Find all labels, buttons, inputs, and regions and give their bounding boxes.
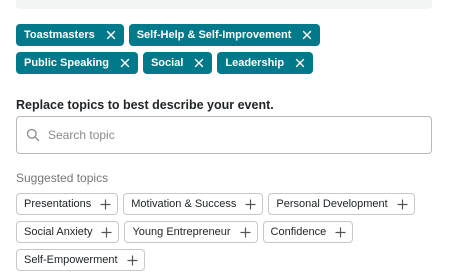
selected-topic-chip[interactable]: Toastmasters xyxy=(16,24,124,46)
suggested-topic-chip[interactable]: Motivation & Success xyxy=(123,193,264,215)
selected-topic-label: Social xyxy=(150,57,184,69)
selected-topic-label: Leadership xyxy=(225,57,285,69)
search-box[interactable] xyxy=(16,116,432,154)
plus-icon[interactable] xyxy=(397,198,408,210)
selected-topic-label: Toastmasters xyxy=(24,29,95,41)
close-icon[interactable] xyxy=(193,57,205,69)
plus-icon[interactable] xyxy=(100,198,111,210)
suggested-topic-label: Personal Development xyxy=(276,198,388,210)
suggested-topic-chip[interactable]: Confidence xyxy=(262,221,354,243)
search-input[interactable] xyxy=(48,128,408,142)
suggested-topic-label: Motivation & Success xyxy=(131,198,237,210)
selected-topic-label: Public Speaking xyxy=(24,57,109,69)
suggested-topic-chip[interactable]: Self-Empowerment xyxy=(16,249,145,271)
topics-prompt: Replace topics to best describe your eve… xyxy=(16,98,274,112)
selected-topic-chip[interactable]: Self-Help & Self-Improvement xyxy=(128,24,321,46)
selected-topic-chip[interactable]: Leadership xyxy=(217,52,314,74)
close-icon[interactable] xyxy=(119,57,131,69)
plus-icon[interactable] xyxy=(239,226,251,238)
suggested-topic-chip[interactable]: Personal Development xyxy=(268,193,415,215)
close-icon[interactable] xyxy=(301,29,313,41)
selected-topic-chip[interactable]: Social xyxy=(142,52,213,74)
plus-icon[interactable] xyxy=(101,226,113,238)
suggested-topics-heading: Suggested topics xyxy=(16,171,109,185)
suggested-topic-label: Social Anxiety xyxy=(24,226,93,238)
previous-section-edge xyxy=(16,0,432,9)
suggested-topic-label: Presentations xyxy=(24,198,92,210)
selected-topic-label: Self-Help & Self-Improvement xyxy=(136,29,292,41)
topics-editor: Toastmasters Self-Help & Self-Improvemen… xyxy=(0,0,452,280)
close-icon[interactable] xyxy=(294,57,306,69)
close-icon[interactable] xyxy=(105,29,117,41)
suggested-topic-chip[interactable]: Presentations xyxy=(16,193,119,215)
suggested-topics: Presentations Motivation & Success Perso… xyxy=(16,193,446,271)
plus-icon[interactable] xyxy=(335,226,346,238)
plus-icon[interactable] xyxy=(126,254,138,266)
suggested-topic-label: Young Entrepreneur xyxy=(132,226,231,238)
search-icon xyxy=(26,128,40,142)
suggested-topic-chip[interactable]: Young Entrepreneur xyxy=(124,221,258,243)
plus-icon[interactable] xyxy=(245,198,257,210)
suggested-topic-chip[interactable]: Social Anxiety xyxy=(16,221,120,243)
suggested-topic-label: Self-Empowerment xyxy=(24,254,118,266)
selected-topics: Toastmasters Self-Help & Self-Improvemen… xyxy=(16,24,436,74)
selected-topic-chip[interactable]: Public Speaking xyxy=(16,52,138,74)
suggested-topic-label: Confidence xyxy=(270,226,327,238)
